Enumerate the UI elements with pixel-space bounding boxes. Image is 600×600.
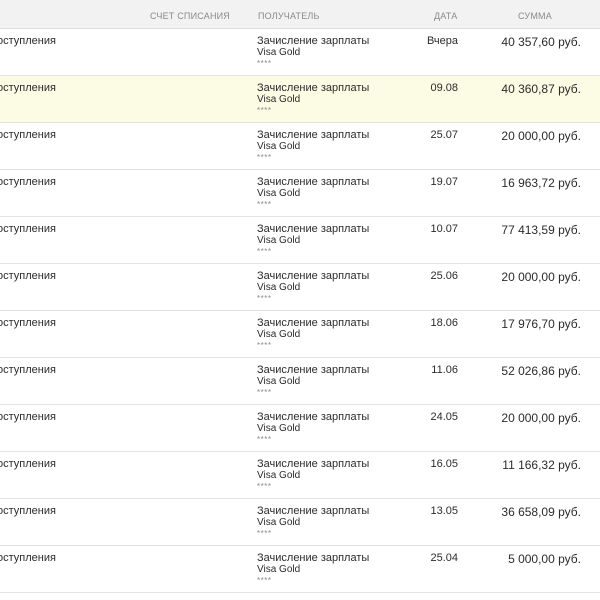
operation-type: оступления [0,364,56,376]
table-row[interactable]: оступления Зачисление зарплаты Visa Gold… [0,311,600,358]
transaction-amount: 20 000,00 руб. [501,270,581,284]
transaction-date: 25.07 [430,129,458,141]
table-row[interactable]: оступления Зачисление зарплаты Visa Gold… [0,123,600,170]
table-row[interactable]: оступления Зачисление зарплаты Visa Gold… [0,29,600,76]
recipient-name: Зачисление зарплаты [257,35,370,47]
table-row[interactable]: оступления Зачисление зарплаты Visa Gold… [0,217,600,264]
table-row[interactable]: оступления Зачисление зарплаты Visa Gold… [0,170,600,217]
card-name: Visa Gold [257,423,301,434]
card-mask: **** [257,576,272,585]
operation-type: оступления [0,35,56,47]
recipient-name: Зачисление зарплаты [257,223,370,235]
transaction-date: 25.06 [430,270,458,282]
operation-type: оступления [0,82,56,94]
card-name: Visa Gold [257,470,301,481]
transaction-date: 24.05 [430,411,458,423]
column-header-recipient[interactable]: ПОЛУЧАТЕЛЬ [258,11,320,21]
card-mask: **** [257,294,272,303]
recipient-name: Зачисление зарплаты [257,82,370,94]
column-header-account[interactable]: СЧЕТ СПИСАНИЯ [150,11,230,21]
recipient-name: Зачисление зарплаты [257,458,370,470]
operation-type: оступления [0,129,56,141]
transaction-date: 19.07 [430,176,458,188]
table-row[interactable]: оступления Зачисление зарплаты Visa Gold… [0,264,600,311]
transaction-date: Вчера [426,35,458,47]
card-name: Visa Gold [257,94,301,105]
transaction-amount: 40 357,60 руб. [501,35,581,49]
operation-type: оступления [0,317,56,329]
transaction-amount: 36 658,09 руб. [501,505,581,519]
card-name: Visa Gold [257,517,301,528]
card-mask: **** [257,341,272,350]
table-row[interactable]: оступления Зачисление зарплаты Visa Gold… [0,405,600,452]
table-row[interactable]: оступления Зачисление зарплаты Visa Gold… [0,452,600,499]
column-header-date[interactable]: ДАТА [434,11,457,21]
recipient-name: Зачисление зарплаты [257,317,370,329]
transaction-amount: 52 026,86 руб. [501,364,581,378]
operation-type: оступления [0,552,56,564]
card-mask: **** [257,59,272,68]
transaction-amount: 20 000,00 руб. [501,411,581,425]
transaction-date: 10.07 [430,223,458,235]
operation-type: оступления [0,270,56,282]
table-row[interactable]: оступления Зачисление зарплаты Visa Gold… [0,499,600,546]
card-name: Visa Gold [257,188,301,199]
transaction-amount: 11 166,32 руб. [502,458,581,472]
transaction-date: 09.08 [430,82,458,94]
transaction-amount: 40 360,87 руб. [501,82,581,96]
transaction-amount: 5 000,00 руб. [508,552,581,566]
transaction-amount: 77 413,59 руб. [501,223,581,237]
transaction-date: 11.06 [431,364,458,376]
card-mask: **** [257,435,272,444]
card-mask: **** [257,388,272,397]
recipient-name: Зачисление зарплаты [257,176,370,188]
operation-type: оступления [0,411,56,423]
recipient-name: Зачисление зарплаты [257,411,370,423]
operation-type: оступления [0,223,56,235]
card-mask: **** [257,247,272,256]
card-name: Visa Gold [257,141,301,152]
card-name: Visa Gold [257,564,301,575]
column-header-amount[interactable]: СУММА [518,11,552,21]
transaction-amount: 20 000,00 руб. [501,129,581,143]
transaction-amount: 17 976,70 руб. [501,317,581,331]
card-name: Visa Gold [257,329,301,340]
transaction-amount: 16 963,72 руб. [501,176,581,190]
card-mask: **** [257,529,272,538]
card-mask: **** [257,200,272,209]
transaction-date: 18.06 [430,317,458,329]
operation-type: оступления [0,458,56,470]
card-mask: **** [257,153,272,162]
recipient-name: Зачисление зарплаты [257,552,370,564]
recipient-name: Зачисление зарплаты [257,505,370,517]
recipient-name: Зачисление зарплаты [257,364,370,376]
operation-type: оступления [0,176,56,188]
transaction-date: 16.05 [430,458,458,470]
card-name: Visa Gold [257,282,301,293]
card-mask: **** [257,482,272,491]
recipient-name: Зачисление зарплаты [257,270,370,282]
table-row[interactable]: оступления Зачисление зарплаты Visa Gold… [0,76,600,123]
table-header: СЧЕТ СПИСАНИЯ ПОЛУЧАТЕЛЬ ДАТА СУММА [0,0,600,29]
card-name: Visa Gold [257,235,301,246]
card-name: Visa Gold [257,47,301,58]
transaction-date: 25.04 [430,552,458,564]
recipient-name: Зачисление зарплаты [257,129,370,141]
operation-type: оступления [0,505,56,517]
card-name: Visa Gold [257,376,301,387]
card-mask: **** [257,106,272,115]
table-row[interactable]: оступления Зачисление зарплаты Visa Gold… [0,546,600,593]
table-row[interactable]: оступления Зачисление зарплаты Visa Gold… [0,358,600,405]
transaction-list: оступления Зачисление зарплаты Visa Gold… [0,29,600,593]
transaction-date: 13.05 [430,505,458,517]
